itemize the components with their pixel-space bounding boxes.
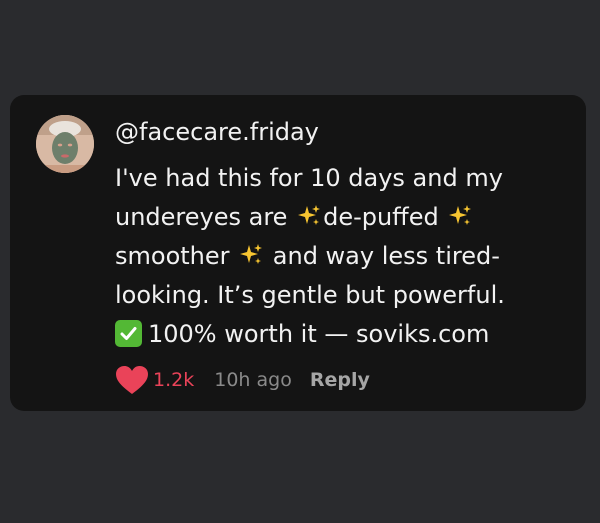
check-mark-button-icon bbox=[115, 320, 142, 347]
comment-text-segment: smoother bbox=[115, 242, 238, 270]
comment-line: 100% worth it — soviks.com bbox=[115, 315, 575, 354]
sparkles-icon bbox=[298, 205, 321, 225]
sparkles-icon bbox=[240, 244, 263, 264]
comment-timestamp: 10h ago bbox=[214, 369, 292, 391]
comment-line: I've had this for 10 days and my bbox=[115, 164, 503, 192]
reply-button[interactable]: Reply bbox=[310, 369, 370, 391]
comment-text-segment: and way less tired- bbox=[265, 242, 500, 270]
comment-card: @facecare.friday I've had this for 10 da… bbox=[10, 95, 586, 411]
comment-text-segment: 100% worth it — soviks.com bbox=[148, 320, 490, 348]
comment-footer: 1.2k 10h ago Reply bbox=[115, 365, 370, 395]
avatar[interactable] bbox=[36, 115, 94, 173]
comment-text: I've had this for 10 days and my underey… bbox=[115, 159, 575, 354]
comment-text-segment: undereyes are bbox=[115, 203, 296, 231]
comment-line: smoother and way less tired- bbox=[115, 237, 575, 276]
comment-line: undereyes are de-puffed bbox=[115, 198, 575, 237]
heart-icon[interactable] bbox=[115, 365, 149, 395]
sparkles-icon bbox=[449, 205, 472, 225]
comment-username[interactable]: @facecare.friday bbox=[115, 118, 319, 146]
like-button[interactable]: 1.2k bbox=[115, 365, 194, 395]
avatar-image bbox=[36, 115, 94, 173]
comment-text-segment: de-puffed bbox=[323, 203, 447, 231]
comment-line: looking. It’s gentle but powerful. bbox=[115, 281, 505, 309]
like-count: 1.2k bbox=[153, 369, 195, 391]
